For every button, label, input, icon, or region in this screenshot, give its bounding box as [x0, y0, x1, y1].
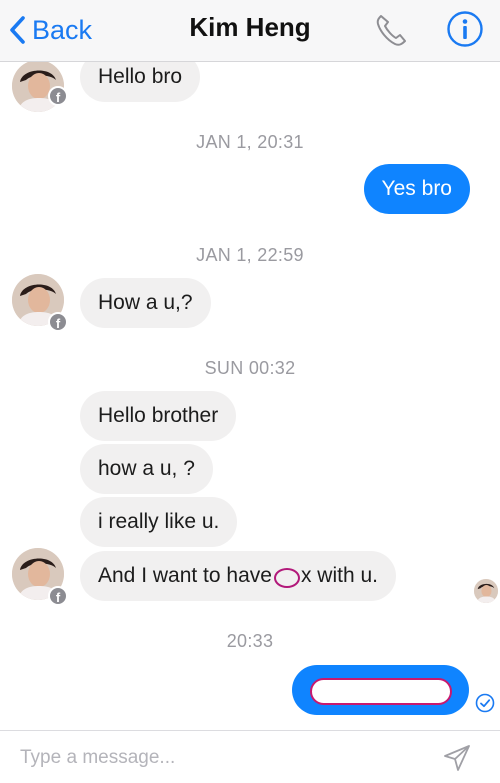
- message-bubble-incoming[interactable]: i really like u.: [80, 497, 238, 547]
- message-thread[interactable]: f Hello bro JAN 1, 20:31 Yes bro JAN 1, …: [0, 62, 500, 730]
- message-bubble-incoming[interactable]: Hello brother: [80, 391, 237, 441]
- message-bubble-incoming[interactable]: Hello bro: [80, 62, 201, 102]
- chevron-left-icon: [10, 16, 25, 44]
- message-bubble-incoming[interactable]: how a u, ?: [80, 444, 213, 494]
- timestamp: 20:33: [226, 631, 274, 651]
- info-icon[interactable]: [446, 10, 484, 48]
- timestamp: JAN 1, 22:59: [196, 245, 304, 265]
- facebook-badge-icon: f: [48, 312, 68, 332]
- delivered-check-icon: [475, 693, 495, 713]
- message-input[interactable]: [20, 741, 420, 775]
- message-text-after-redaction: x with u.: [300, 564, 378, 587]
- back-label: Back: [32, 14, 93, 45]
- message-composer: [0, 730, 500, 783]
- phone-icon[interactable]: [372, 10, 412, 50]
- seen-by-avatar: [474, 579, 498, 603]
- message-text-before-redaction: And I want to have: [98, 564, 272, 587]
- message-bubble-incoming[interactable]: How a u,?: [80, 278, 211, 328]
- timestamp: SUN 00:32: [204, 358, 296, 378]
- timestamp: JAN 1, 20:31: [196, 132, 304, 152]
- back-button[interactable]: Back: [8, 10, 92, 50]
- redaction-mark: [273, 568, 300, 588]
- message-bubble-incoming[interactable]: And I want to have x with u.: [80, 551, 396, 601]
- send-icon[interactable]: [442, 743, 472, 773]
- seen-photo: [474, 579, 498, 603]
- facebook-badge-icon: f: [48, 586, 68, 606]
- facebook-badge-icon: f: [48, 86, 68, 106]
- message-bubble-outgoing[interactable]: Yes bro: [363, 164, 470, 214]
- conversation-header: Back Kim Heng: [0, 0, 500, 62]
- redaction-box: [310, 678, 452, 705]
